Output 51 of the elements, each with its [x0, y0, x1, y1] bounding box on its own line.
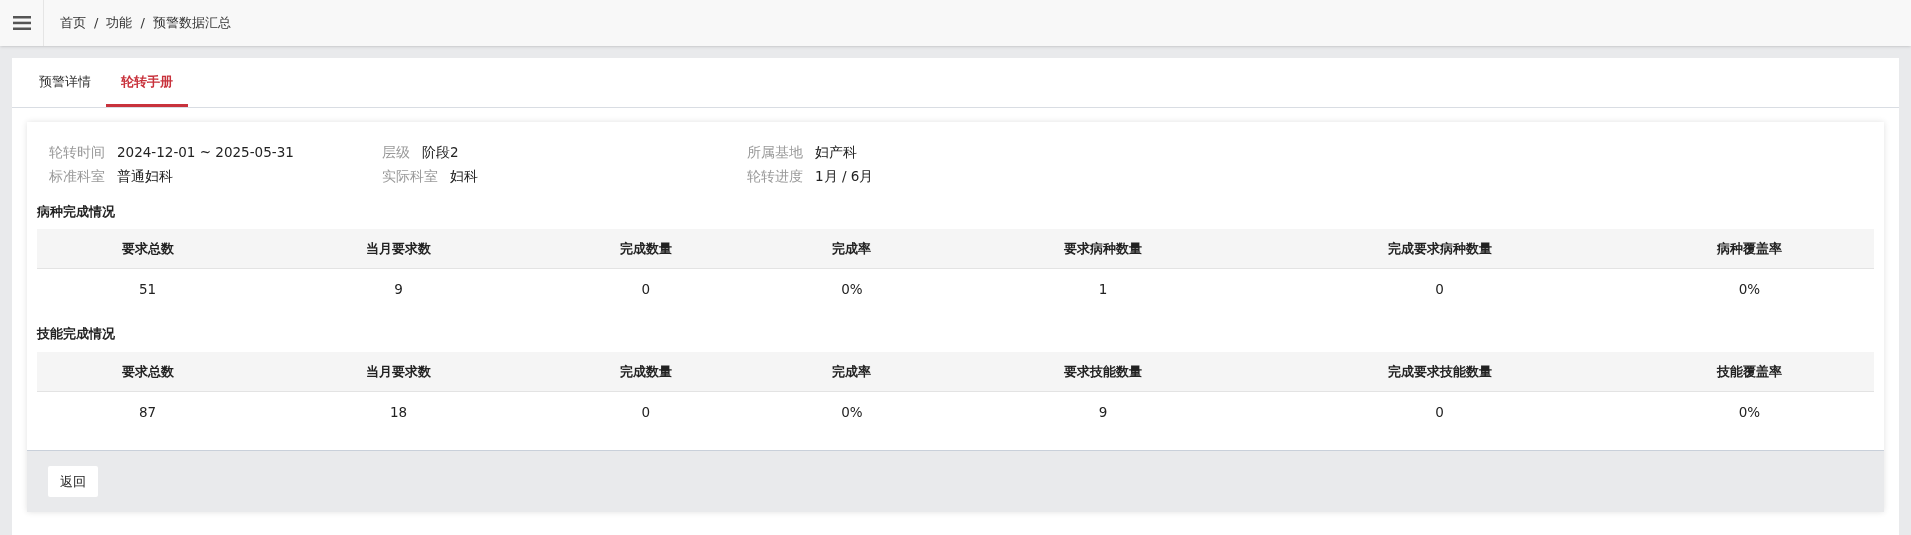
table-cell-text: 87: [138, 402, 158, 422]
column-header: 完成率: [831, 240, 873, 258]
breadcrumb-item[interactable]: 首页: [60, 13, 86, 33]
table-cell-text: 51: [138, 280, 158, 300]
table-cell-text: 0%: [840, 402, 864, 422]
field-label: 实际科室: [382, 167, 438, 187]
field-label: 所属基地: [747, 143, 803, 162]
table-cell-text: 9: [393, 280, 404, 300]
field-value: 妇科: [450, 167, 478, 187]
menu-icon[interactable]: [12, 16, 31, 30]
table-cell-text: 0: [640, 402, 651, 422]
field-label: 轮转进度: [747, 167, 803, 187]
table-cell-text: 18: [389, 402, 409, 422]
field-label: 轮转时间: [49, 143, 105, 162]
column-header: 要求技能数量: [1062, 362, 1143, 381]
breadcrumb-separator: /: [140, 14, 145, 33]
field-value: 1月 / 6月: [815, 167, 874, 187]
breadcrumb-separator: /: [94, 14, 99, 33]
table-cell-text: 0%: [840, 280, 864, 300]
table-cell-text: 1: [1097, 280, 1109, 300]
field-value: 2024-12-01 ~ 2025-05-31: [117, 143, 294, 162]
column-header: 完成要求病种数量: [1386, 240, 1493, 258]
table-cell-text: 9: [1097, 402, 1109, 422]
field-value: 普通妇科: [117, 167, 173, 187]
column-header: 完成率: [831, 362, 873, 381]
section-title: 病种完成情况: [37, 202, 116, 221]
section-title: 技能完成情况: [37, 325, 116, 344]
column-header: 完成数量: [618, 240, 673, 258]
field-value: 妇产科: [815, 143, 857, 162]
column-header: 完成要求技能数量: [1386, 362, 1493, 381]
table-cell-text: 0: [640, 280, 651, 300]
field-value: 阶段2: [422, 143, 459, 162]
column-header: 要求总数: [120, 240, 175, 258]
table-cell-text: 0%: [1737, 280, 1762, 300]
table-cell-text: 0: [1434, 280, 1445, 300]
tab[interactable]: 预警详情: [24, 60, 106, 107]
breadcrumb-item[interactable]: 预警数据汇总: [152, 13, 231, 33]
tab[interactable]: 轮转手册: [106, 60, 188, 107]
breadcrumb-item[interactable]: 功能: [106, 13, 133, 33]
column-header: 要求病种数量: [1062, 240, 1143, 258]
table-cell-text: 0: [1434, 402, 1445, 422]
back-button[interactable]: 返回: [48, 465, 98, 498]
column-header: 技能覆盖率: [1715, 362, 1783, 381]
column-header: 病种覆盖率: [1715, 240, 1783, 258]
field-label: 标准科室: [49, 167, 105, 187]
column-header: 完成数量: [618, 362, 673, 381]
column-header: 要求总数: [120, 362, 175, 381]
column-header: 当月要求数: [365, 362, 433, 381]
table-cell-text: 0%: [1737, 402, 1762, 422]
field-label: 层级: [382, 143, 410, 162]
column-header: 当月要求数: [365, 240, 433, 258]
